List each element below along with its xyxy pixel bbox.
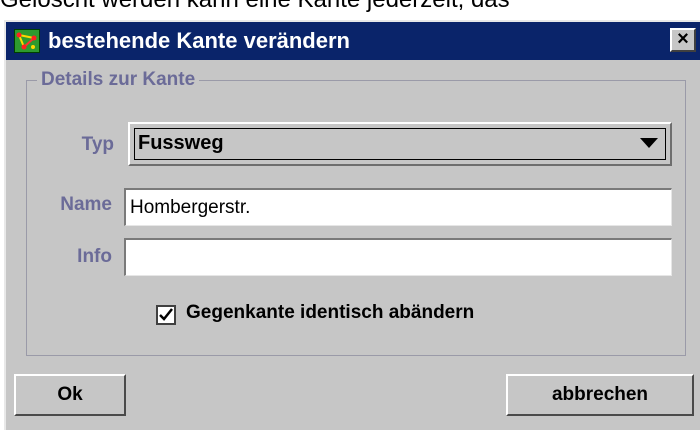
window-title: bestehende Kante verändern — [48, 28, 350, 53]
gegenkante-label[interactable]: Gegenkante identisch abändern — [186, 302, 474, 324]
background-text: Gelöscht werden kann eine Kante jederzei… — [0, 0, 700, 12]
title-bar[interactable]: bestehende Kante verändern × — [6, 22, 700, 60]
group-legend: Details zur Kante — [37, 69, 200, 91]
checkmark-icon — [159, 308, 173, 321]
info-label: Info — [77, 246, 112, 267]
chevron-down-icon[interactable] — [640, 138, 658, 148]
ok-button[interactable]: Ok — [14, 374, 126, 416]
name-label: Name — [60, 194, 112, 215]
gegenkante-checkbox[interactable] — [156, 305, 176, 325]
close-icon: × — [677, 28, 689, 50]
typ-label: Typ — [81, 134, 114, 155]
dialog-window: bestehende Kante verändern × Details zur… — [4, 20, 700, 430]
name-field[interactable] — [124, 188, 672, 226]
cancel-button[interactable]: abbrechen — [506, 374, 694, 416]
typ-select-value: Fussweg — [138, 132, 224, 154]
typ-select[interactable]: Fussweg — [128, 122, 672, 166]
close-button[interactable]: × — [670, 28, 696, 52]
info-field[interactable] — [124, 238, 672, 276]
graph-icon — [14, 29, 40, 53]
